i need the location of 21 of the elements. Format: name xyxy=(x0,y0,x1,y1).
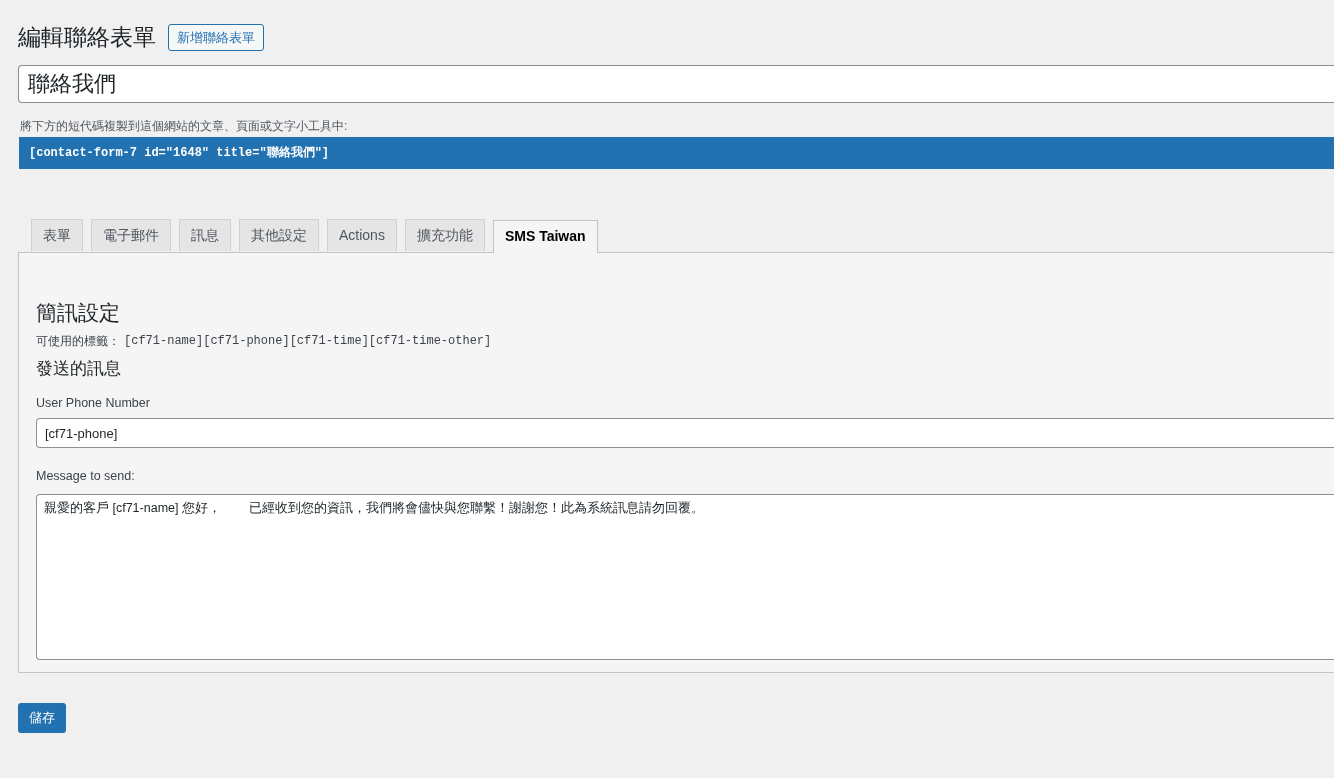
tab[interactable]: SMS Taiwan xyxy=(492,219,598,253)
field-label: User Phone Number xyxy=(36,394,151,412)
tab[interactable]: 其他設定 xyxy=(239,218,319,251)
shortcode-field[interactable]: [contact-form-7 id="1648" title="聯絡我們"] xyxy=(19,136,1334,169)
field-label: Message to send: xyxy=(36,468,136,486)
tab[interactable]: 擴充功能 xyxy=(404,218,485,251)
tab[interactable]: 表單 xyxy=(31,218,83,251)
save-button[interactable]: 儲存 xyxy=(18,702,66,733)
shortcode-hint: 將下方的短代碼複製到這個網站的文章、頁面或文字小工具中: xyxy=(20,117,349,135)
title-input[interactable]: 聯絡我們 xyxy=(18,64,1334,103)
tab[interactable]: 訊息 xyxy=(179,218,231,251)
tab[interactable]: 電子郵件 xyxy=(91,218,171,251)
add-new-button[interactable]: 新增聯絡表單 xyxy=(168,23,264,51)
page-title: 編輯聯絡表單 xyxy=(18,23,156,52)
tags-list: [cf71-name][cf71-phone][cf71-time][cf71-time-other] xyxy=(124,332,492,350)
phone-input[interactable]: [cf71-phone] xyxy=(36,418,1334,449)
section-heading: 簡訊設定 xyxy=(36,299,121,326)
subsection-heading: 發送的訊息 xyxy=(36,358,122,380)
tags-label: 可使用的標籤： xyxy=(36,333,120,350)
message-textarea[interactable]: 親愛的客戶 [cf71-name] 您好， 已經收到您的資訊，我們將會儘快與您聯繫！謝謝您！此為系統訊息請勿回覆。 xyxy=(36,494,1334,660)
tab[interactable]: Actions xyxy=(327,218,397,251)
